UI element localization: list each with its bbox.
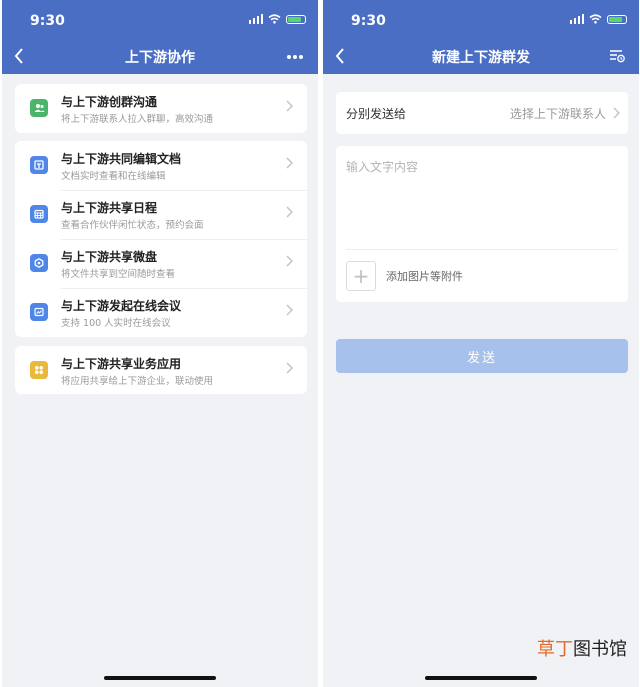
right-screen: 9:30 新建上下游群发 分别发送给 选择上下游联系人 输入文字内容 + 添加图… bbox=[323, 0, 639, 687]
wifi-icon bbox=[268, 14, 281, 24]
send-to-label: 分别发送给 bbox=[346, 107, 407, 121]
list-item-calendar[interactable]: 与上下游共享日程 查看合作伙伴闲忙状态，预约会面 bbox=[15, 190, 307, 239]
add-attachment-button[interactable]: + bbox=[346, 261, 376, 291]
meeting-icon bbox=[30, 303, 48, 321]
history-list-icon[interactable] bbox=[609, 49, 625, 63]
header-bar: 9:30 上下游协作 bbox=[2, 0, 318, 74]
group-chat-icon bbox=[30, 99, 48, 117]
item-subtitle: 文档实时查看和在线编辑 bbox=[61, 171, 166, 182]
battery-icon bbox=[286, 15, 306, 24]
signal-icon bbox=[248, 14, 263, 24]
document-icon bbox=[30, 156, 48, 174]
left-screen: 9:30 上下游协作 与上下游创群沟通 将上下游联系人拉入群聊，高效沟通 与上下… bbox=[2, 0, 318, 687]
watermark-part2: 图书馆 bbox=[573, 639, 627, 660]
item-title: 与上下游共同编辑文档 bbox=[61, 152, 182, 166]
card-group-chat: 与上下游创群沟通 将上下游联系人拉入群聊，高效沟通 bbox=[15, 84, 307, 133]
chevron-right-icon bbox=[286, 157, 293, 169]
status-time: 9:30 bbox=[30, 13, 65, 29]
home-indicator bbox=[425, 676, 537, 680]
chevron-right-icon bbox=[286, 206, 293, 218]
signal-icon bbox=[569, 14, 584, 24]
header-bar: 9:30 新建上下游群发 bbox=[323, 0, 639, 74]
list-item-docs[interactable]: 与上下游共同编辑文档 文档实时查看和在线编辑 bbox=[15, 141, 307, 190]
status-time: 9:30 bbox=[351, 13, 386, 29]
select-contacts-value[interactable]: 选择上下游联系人 bbox=[510, 105, 606, 122]
item-title: 与上下游创群沟通 bbox=[61, 95, 158, 109]
item-title: 与上下游发起在线会议 bbox=[61, 299, 182, 313]
navbar: 新建上下游群发 bbox=[323, 44, 639, 70]
list-item-meeting[interactable]: 与上下游发起在线会议 支持 100 人实时在线会议 bbox=[15, 288, 307, 337]
attachment-label: 添加图片等附件 bbox=[386, 270, 463, 283]
apps-icon bbox=[30, 361, 48, 379]
status-icons bbox=[248, 14, 306, 24]
chevron-right-icon bbox=[286, 255, 293, 267]
message-text-input[interactable]: 输入文字内容 bbox=[346, 158, 418, 175]
send-to-row[interactable]: 分别发送给 选择上下游联系人 bbox=[336, 92, 628, 134]
list-item-apps[interactable]: 与上下游共享业务应用 将应用共享给上下游企业，联动使用 bbox=[15, 346, 307, 395]
calendar-icon bbox=[30, 205, 48, 223]
page-title: 新建上下游群发 bbox=[432, 50, 530, 66]
item-title: 与上下游共享业务应用 bbox=[61, 357, 182, 371]
chevron-right-icon bbox=[286, 362, 293, 374]
divider bbox=[346, 249, 618, 250]
chevron-right-icon bbox=[286, 100, 293, 112]
wifi-icon bbox=[589, 14, 602, 24]
chevron-right-icon bbox=[613, 107, 620, 119]
chevron-right-icon bbox=[286, 304, 293, 316]
item-subtitle: 将文件共享到空间随时查看 bbox=[61, 269, 176, 280]
item-subtitle: 将上下游联系人拉入群聊，高效沟通 bbox=[61, 114, 214, 125]
list-item-drive[interactable]: 与上下游共享微盘 将文件共享到空间随时查看 bbox=[15, 239, 307, 288]
card-apps: 与上下游共享业务应用 将应用共享给上下游企业，联动使用 bbox=[15, 346, 307, 394]
battery-icon bbox=[607, 15, 627, 24]
home-indicator bbox=[104, 676, 216, 680]
item-title: 与上下游共享日程 bbox=[61, 201, 158, 215]
item-subtitle: 查看合作伙伴闲忙状态，预约会面 bbox=[61, 220, 204, 231]
watermark: 草丁图书馆 bbox=[537, 635, 627, 661]
navbar: 上下游协作 bbox=[2, 44, 318, 70]
item-title: 与上下游共享微盘 bbox=[61, 250, 158, 264]
list-item-group-chat[interactable]: 与上下游创群沟通 将上下游联系人拉入群聊，高效沟通 bbox=[15, 84, 307, 133]
send-button[interactable]: 发送 bbox=[336, 339, 628, 373]
status-icons bbox=[569, 14, 627, 24]
compose-card: 输入文字内容 + 添加图片等附件 bbox=[336, 146, 628, 302]
plus-icon: + bbox=[352, 264, 370, 288]
more-icon[interactable] bbox=[286, 49, 304, 65]
card-collaboration: 与上下游共同编辑文档 文档实时查看和在线编辑 与上下游共享日程 查看合作伙伴闲忙… bbox=[15, 141, 307, 337]
page-title: 上下游协作 bbox=[125, 50, 195, 66]
watermark-part1: 草丁 bbox=[537, 639, 573, 660]
item-subtitle: 支持 100 人实时在线会议 bbox=[61, 318, 171, 329]
item-subtitle: 将应用共享给上下游企业，联动使用 bbox=[61, 376, 214, 387]
drive-icon bbox=[30, 254, 48, 272]
